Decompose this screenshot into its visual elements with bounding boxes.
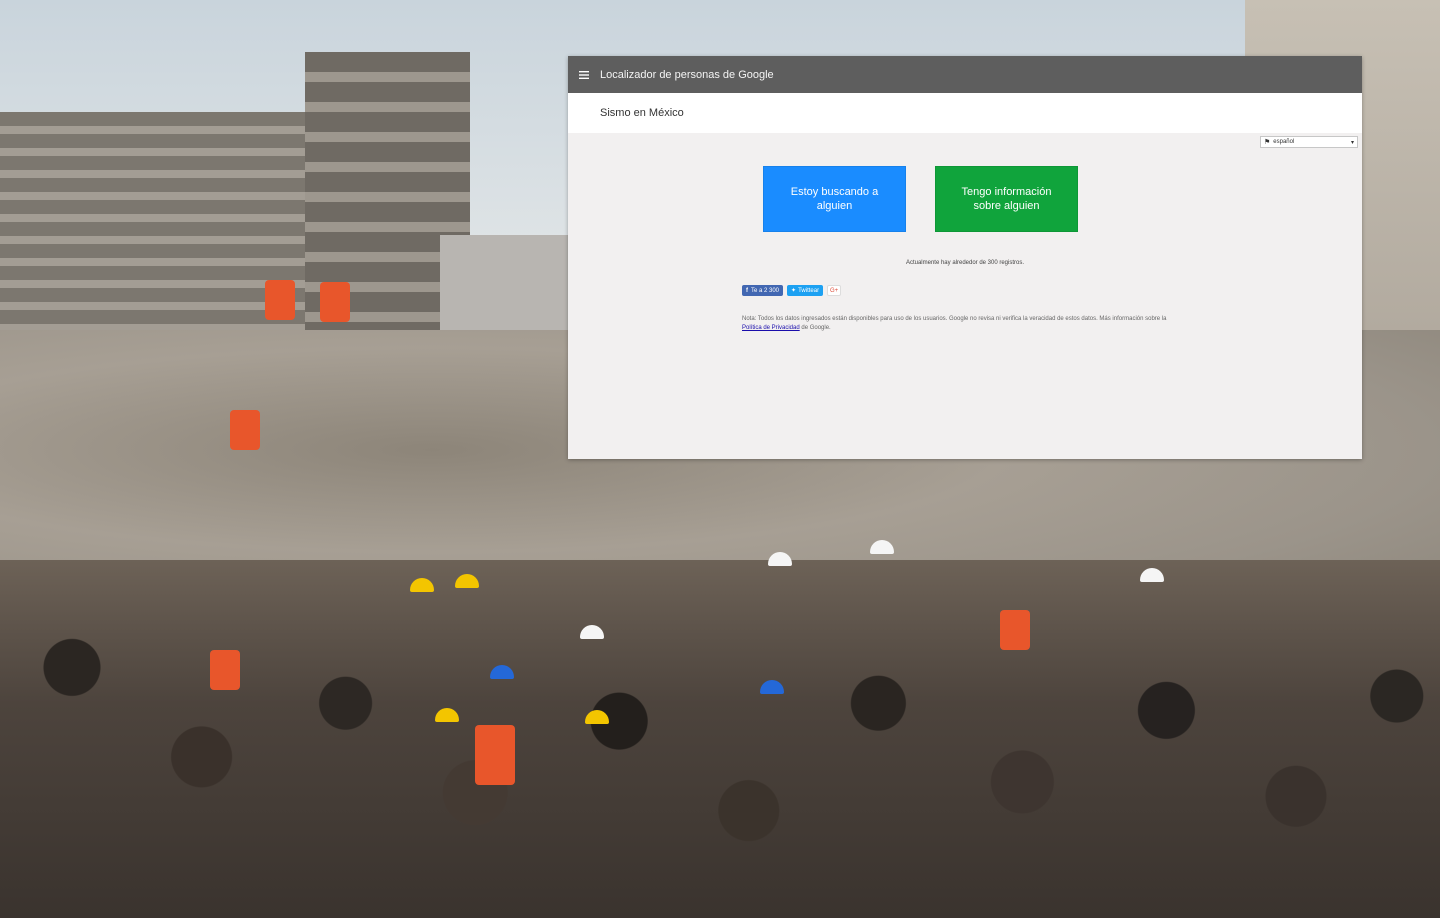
social-share-bar: f Te a 2 300 ✦ Twittear G+ (742, 285, 842, 296)
google-plus-button[interactable]: G+ (827, 285, 842, 296)
language-select-value: ⚑ español (1264, 138, 1294, 146)
hamburger-menu-icon[interactable] (568, 56, 600, 93)
building-middle (440, 235, 570, 345)
privacy-note-text: Nota: Todos los datos ingresados están d… (742, 316, 1167, 322)
twitter-share-button[interactable]: ✦ Twittear (787, 285, 824, 296)
rescuer-vest (1000, 610, 1030, 650)
language-flag-icon: ⚑ (1264, 139, 1271, 146)
language-select[interactable]: ⚑ español ▾ (1260, 136, 1358, 148)
app-title: Localizador de personas de Google (600, 68, 774, 81)
seek-someone-button[interactable]: Estoy buscando a alguien (763, 166, 906, 232)
records-count: Actualmente hay alrededor de 300 registr… (905, 260, 1025, 266)
rescuer-vest (210, 650, 240, 690)
app-topbar: Localizador de personas de Google (568, 56, 1362, 93)
facebook-share-button[interactable]: f Te a 2 300 (742, 285, 784, 296)
person-finder-window: Localizador de personas de Google Sismo … (568, 56, 1362, 459)
hamburger-glyph (579, 70, 589, 79)
privacy-note-tail: de Google. (799, 325, 831, 331)
twitter-share-label: Twittear (798, 287, 820, 294)
privacy-note: Nota: Todos los datos ingresados están d… (742, 315, 1172, 333)
facebook-icon: f (746, 287, 748, 294)
twitter-icon: ✦ (791, 288, 797, 294)
chevron-down-icon: ▾ (1350, 139, 1354, 146)
language-selected-label: español (1273, 139, 1295, 145)
repository-title: Sismo en México (600, 107, 684, 119)
crowd (0, 560, 1440, 918)
rescuer-vest (265, 280, 295, 320)
repository-header: Sismo en México (568, 93, 1362, 133)
privacy-policy-link[interactable]: Política de Privacidad (742, 325, 800, 331)
rescuer-vest (230, 410, 260, 450)
have-info-button[interactable]: Tengo información sobre alguien (935, 166, 1078, 232)
rescuer-vest (320, 282, 350, 322)
facebook-share-label: Te a 2 300 (751, 287, 780, 294)
rescuer-vest (475, 725, 515, 785)
